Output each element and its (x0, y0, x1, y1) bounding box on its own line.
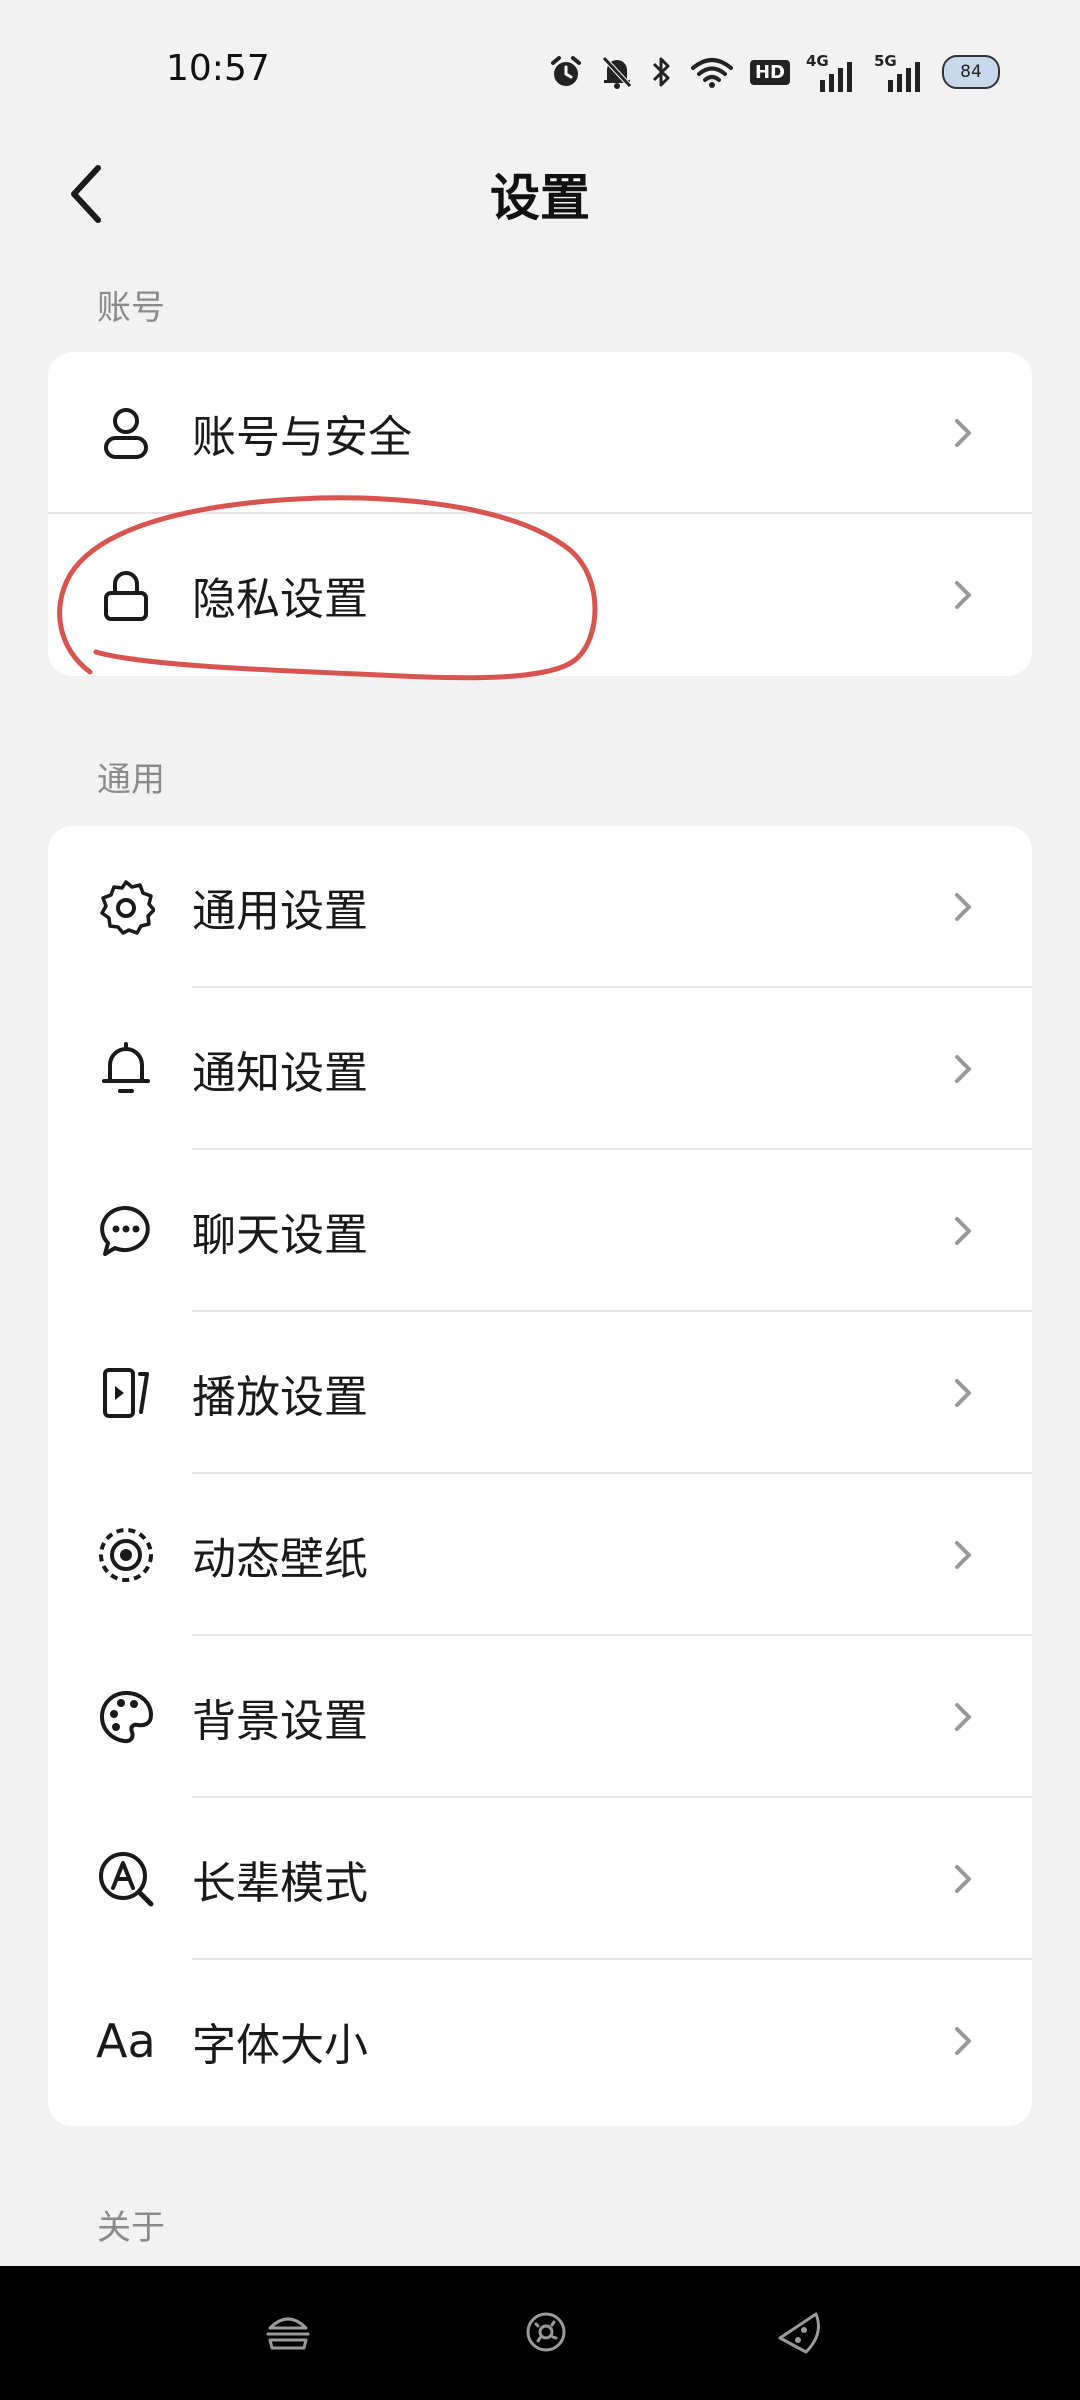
row-label: 长辈模式 (192, 1858, 368, 1909)
chevron-right-icon (955, 2027, 971, 2055)
row-elder-mode[interactable]: 长辈模式 (48, 1798, 1032, 1960)
chevron-right-icon (955, 419, 971, 447)
row-chat-settings[interactable]: 聊天设置 (48, 1150, 1032, 1312)
row-privacy-settings[interactable]: 隐私设置 (48, 514, 1032, 676)
hd-icon: HD (749, 59, 790, 85)
chevron-right-icon (955, 1541, 971, 1569)
row-notification-settings[interactable]: 通知设置 (48, 988, 1032, 1150)
gear-icon (96, 877, 156, 937)
section-title-about: 关于 (97, 2208, 165, 2248)
row-label: 播放设置 (192, 1372, 368, 1423)
row-label: 聊天设置 (192, 1210, 368, 1261)
navigation-bar (0, 2266, 1080, 2400)
section-title-account: 账号 (97, 288, 165, 328)
chevron-right-icon (955, 893, 971, 921)
row-label: 通用设置 (192, 886, 368, 937)
status-icons: HD 4G 5G 84 (548, 50, 1000, 94)
row-general-settings[interactable]: 通用设置 (48, 826, 1032, 988)
row-background-settings[interactable]: 背景设置 (48, 1636, 1032, 1798)
signal-5g-icon: 5G (874, 52, 926, 92)
row-label: 账号与安全 (192, 412, 412, 463)
row-label: 动态壁纸 (192, 1534, 368, 1585)
status-time: 10:57 (166, 48, 270, 89)
general-card: 通用设置 通知设置 聊天设置 播放设置 动态壁纸 背景设置 长辈模式 Aa 字体… (48, 826, 1032, 2126)
row-label: 隐私设置 (192, 574, 368, 625)
pizza-slice-icon[interactable] (776, 2308, 824, 2356)
play-screen-icon (96, 1363, 156, 1423)
header: 设置 (0, 140, 1080, 250)
burger-icon[interactable] (264, 2308, 312, 2356)
wifi-icon (690, 58, 733, 88)
row-label: 背景设置 (192, 1696, 368, 1747)
account-card: 账号与安全 隐私设置 (48, 352, 1032, 676)
chevron-right-icon (955, 1055, 971, 1083)
battery-icon: 84 (942, 55, 1000, 89)
chat-bubble-icon (96, 1201, 156, 1261)
chevron-right-icon (955, 581, 971, 609)
chevron-right-icon (955, 1703, 971, 1731)
palette-icon (96, 1687, 156, 1747)
mute-bell-icon (602, 56, 632, 89)
signal-4g-icon: 4G (806, 52, 858, 92)
font-size-icon: Aa (96, 2014, 156, 2068)
dynamic-wallpaper-icon (96, 1525, 156, 1585)
chevron-right-icon (955, 1217, 971, 1245)
row-label: 通知设置 (192, 1048, 368, 1099)
person-icon (96, 403, 156, 463)
donut-icon[interactable] (522, 2308, 570, 2356)
bluetooth-icon (652, 57, 670, 87)
row-label: 字体大小 (192, 2020, 368, 2071)
chevron-right-icon (955, 1865, 971, 1893)
chevron-right-icon (955, 1379, 971, 1407)
alarm-icon (550, 56, 581, 86)
status-bar: 10:57 HD 4G 5G 84 (0, 0, 1080, 140)
elder-mode-icon (96, 1849, 156, 1909)
row-playback-settings[interactable]: 播放设置 (48, 1312, 1032, 1474)
page-title: 设置 (490, 169, 590, 227)
bell-icon (96, 1039, 156, 1099)
row-account-security[interactable]: 账号与安全 (48, 352, 1032, 514)
section-title-general: 通用 (97, 760, 165, 800)
row-font-size[interactable]: Aa 字体大小 (48, 1960, 1032, 2122)
lock-icon (96, 565, 156, 625)
row-dynamic-wallpaper[interactable]: 动态壁纸 (48, 1474, 1032, 1636)
